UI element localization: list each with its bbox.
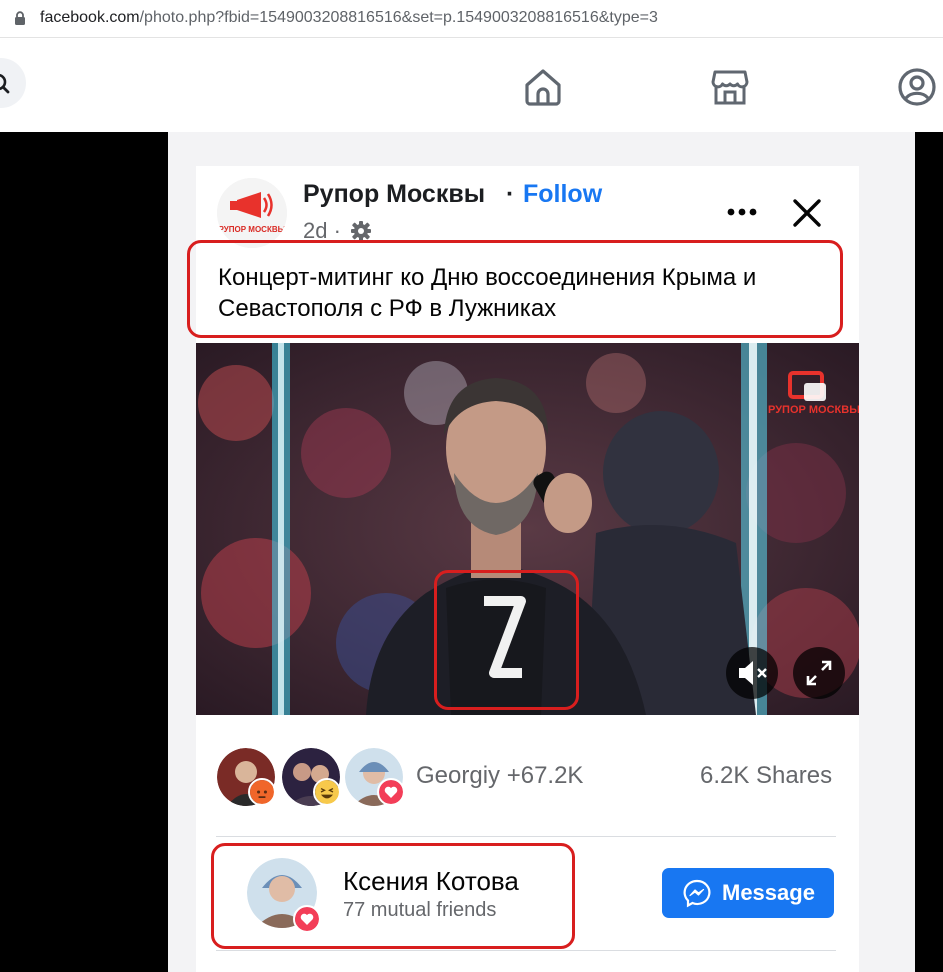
page-avatar[interactable]: РУПОР МОСКВЫ — [217, 178, 287, 248]
close-icon[interactable] — [788, 194, 826, 232]
url-path: /photo.php?fbid=1549003208816516&set=p.1… — [139, 9, 658, 26]
lock-icon — [15, 11, 25, 25]
browser-address-bar[interactable]: facebook.com/photo.php?fbid=154900320881… — [0, 0, 943, 38]
message-button[interactable]: Message — [662, 868, 834, 918]
love-reaction-icon — [377, 778, 405, 806]
annotation-box-friend — [211, 843, 575, 949]
reaction-summary[interactable]: Georgiy +67.2K — [416, 762, 583, 790]
messenger-icon — [683, 879, 711, 908]
url-host: facebook.com — [40, 9, 140, 26]
video-watermark: РУПОР МОСКВЫ — [768, 404, 859, 416]
logo-text: РУПОР МОСКВЫ — [219, 225, 286, 234]
search-icon — [0, 74, 10, 94]
page-name[interactable]: Рупор Москвы — [303, 180, 485, 209]
mute-button[interactable] — [726, 647, 778, 699]
marketplace-icon[interactable] — [710, 67, 750, 107]
privacy-gear-icon — [351, 221, 371, 241]
annotation-box-z-symbol — [434, 570, 579, 710]
home-icon[interactable] — [523, 67, 563, 107]
fullscreen-button[interactable] — [793, 647, 845, 699]
name-separator: · — [506, 180, 515, 208]
more-options-icon[interactable] — [724, 198, 760, 226]
muted-speaker-icon — [739, 661, 767, 685]
megaphone-logo-icon: РУПОР МОСКВЫ — [217, 178, 287, 248]
search-button[interactable] — [0, 58, 26, 108]
profile-circle-icon[interactable] — [897, 67, 937, 107]
message-button-label: Message — [722, 880, 815, 905]
expand-icon — [806, 660, 832, 686]
section-divider — [216, 836, 836, 837]
section-divider-bottom — [216, 950, 836, 951]
angry-reaction-icon — [248, 778, 276, 806]
haha-reaction-icon — [313, 778, 341, 806]
shares-count[interactable]: 6.2K Shares — [700, 762, 832, 790]
facebook-top-nav — [0, 40, 943, 132]
url-text[interactable]: facebook.com/photo.php?fbid=154900320881… — [40, 9, 658, 27]
follow-button[interactable]: Follow — [523, 180, 602, 209]
annotation-box-caption — [187, 240, 843, 338]
